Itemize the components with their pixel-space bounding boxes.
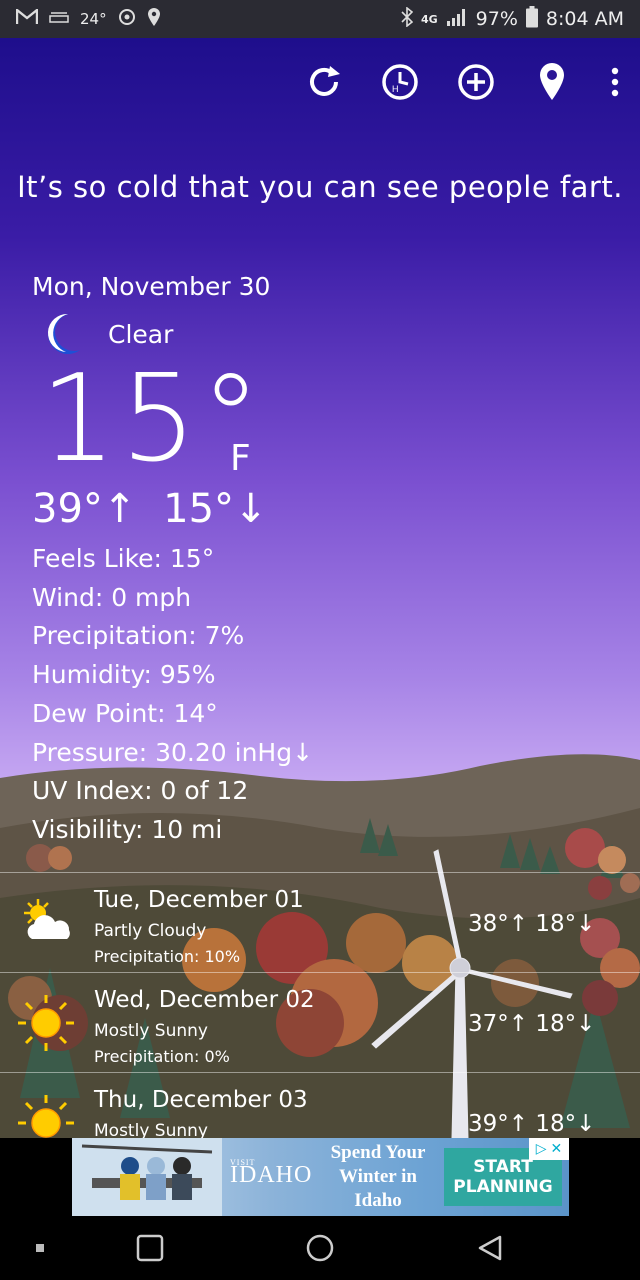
dew-point: Dew Point: 14° — [32, 698, 218, 728]
current-date: Mon, November 30 — [32, 272, 271, 301]
recents-icon — [136, 1234, 164, 1262]
history-button[interactable]: H — [380, 62, 420, 102]
location-button[interactable] — [532, 62, 572, 102]
forecast-condition: Partly Cloudy — [94, 921, 207, 941]
toolbar: H — [304, 62, 622, 102]
forecast-precip: Precipitation: 0% — [94, 1047, 230, 1066]
ad-chairlift-image — [72, 1138, 222, 1216]
back-button[interactable] — [474, 1232, 506, 1264]
recents-button[interactable] — [134, 1232, 166, 1264]
signal-icon — [446, 8, 468, 31]
ad-brand-prefix: VISIT — [230, 1158, 256, 1167]
forecast-row[interactable]: Thu, December 03 Mostly Sunny 39°↑ 18°↓ — [0, 1072, 640, 1138]
ad-brand: VISIT IDAHO — [230, 1158, 312, 1189]
ad-headline-3: Idaho — [354, 1190, 402, 1211]
forecast-day: Tue, December 01 — [94, 887, 304, 913]
network-type: 4G — [420, 12, 438, 26]
refresh-icon — [310, 66, 340, 96]
sunny-icon — [18, 995, 74, 1051]
forecast-list: Tue, December 01 Partly Cloudy Precipita… — [0, 872, 640, 1138]
pressure: Pressure: 30.20 inHg↓ — [32, 737, 314, 767]
add-location-button[interactable] — [456, 62, 496, 102]
uv-index: UV Index: 0 of 12 — [32, 776, 249, 806]
feels-like: Feels Like: 15° — [32, 544, 215, 573]
ad-headline-1: Spend Your — [330, 1142, 426, 1163]
refresh-button[interactable] — [304, 62, 344, 102]
forecast-row[interactable]: Tue, December 01 Partly Cloudy Precipita… — [0, 872, 640, 972]
weather-details: Feels Like: 15° Wind: 0 mph Precipitatio… — [32, 540, 313, 850]
forecast-precip: Precipitation: 10% — [94, 947, 241, 966]
location-status-icon — [147, 7, 161, 32]
forecast-day: Wed, December 02 — [94, 987, 315, 1013]
wind: Wind: 0 mph — [32, 582, 192, 612]
status-bar: 24° 4G 97% 8:04 AM — [0, 0, 640, 38]
weather-scene: H It’s so cold that you can see people f… — [0, 38, 640, 1138]
more-options-button[interactable] — [608, 62, 622, 102]
forecast-condition: Mostly Sunny — [94, 1121, 208, 1138]
history-clock-icon: H — [382, 64, 418, 100]
forecast-temps: 39°↑ 18°↓ — [468, 1111, 596, 1137]
status-time: 8:04 AM — [545, 8, 624, 30]
battery-icon — [525, 5, 538, 33]
gmail-icon — [15, 7, 39, 30]
forecast-condition: Mostly Sunny — [94, 1021, 208, 1041]
nav-dot-icon — [36, 1244, 44, 1252]
high-low-temps: 39°↑ 15°↓ — [32, 486, 268, 532]
forecast-temps: 37°↑ 18°↓ — [468, 1011, 596, 1037]
home-button[interactable] — [304, 1232, 336, 1264]
ad-banner: VISIT IDAHO Spend Your Winter in Idaho S… — [0, 1138, 640, 1216]
back-icon — [478, 1235, 502, 1261]
battery-percent: 97% — [475, 8, 518, 30]
bluetooth-icon — [401, 5, 414, 32]
more-vert-icon — [611, 67, 619, 97]
ad-cta-line-2: PLANNING — [453, 1177, 553, 1197]
forecast-row[interactable]: Wed, December 02 Mostly Sunny Precipitat… — [0, 972, 640, 1072]
recent-dot-button[interactable] — [24, 1232, 56, 1264]
forecast-day: Thu, December 03 — [94, 1087, 308, 1113]
close-icon: ✕ — [550, 1141, 563, 1157]
location-pin-icon — [540, 63, 564, 100]
ad-close-button[interactable]: ▷ ✕ — [529, 1138, 569, 1160]
ad-headline-2: Winter in — [339, 1166, 417, 1187]
sync-icon — [117, 7, 137, 32]
ad-choices-icon: ▷ — [535, 1141, 547, 1157]
visibility: Visibility: 10 mi — [32, 814, 223, 844]
high-temp: 39°↑ — [32, 486, 137, 532]
weather-quote: It’s so cold that you can see people far… — [17, 170, 623, 204]
add-location-icon — [458, 64, 494, 100]
status-temp: 24° — [80, 10, 107, 28]
low-temp: 15°↓ — [163, 486, 268, 532]
forecast-temps: 38°↑ 18°↓ — [468, 911, 596, 937]
ad-content[interactable]: VISIT IDAHO Spend Your Winter in Idaho S… — [72, 1138, 569, 1216]
partly-cloudy-icon — [24, 899, 70, 939]
svg-text:H: H — [392, 84, 399, 94]
amazon-icon — [48, 9, 70, 30]
current-condition: Clear — [108, 319, 174, 349]
precipitation: Precipitation: 7% — [32, 621, 245, 651]
ad-cta-line-1: START — [473, 1157, 533, 1177]
home-icon — [306, 1234, 334, 1262]
sunny-icon — [18, 1095, 74, 1138]
temp-unit: F — [230, 438, 251, 479]
navigation-bar — [0, 1216, 640, 1280]
humidity: Humidity: 95% — [32, 660, 216, 690]
